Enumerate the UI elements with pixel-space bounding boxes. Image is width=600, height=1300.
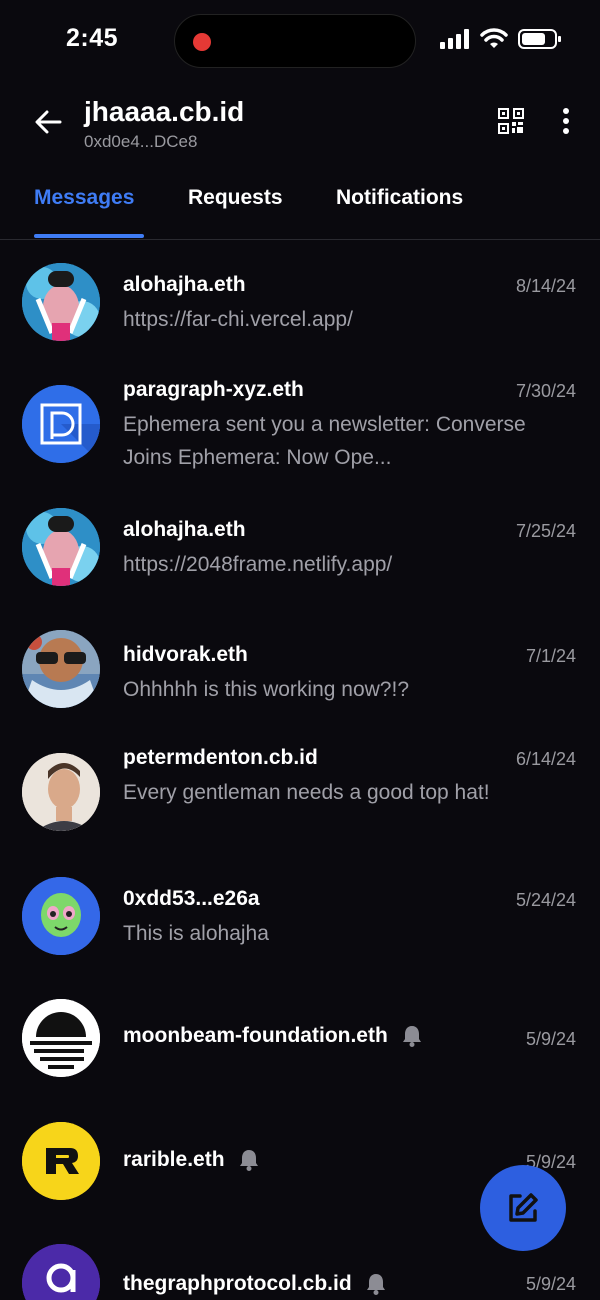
arrow-left-icon[interactable] xyxy=(34,108,62,136)
dynamic-island xyxy=(174,14,416,68)
conversation-item[interactable]: alohajha.eth 7/25/24 https://2048frame.n… xyxy=(0,508,600,608)
conversation-date: 7/1/24 xyxy=(525,646,576,666)
conversation-item[interactable]: paragraph-xyz.eth 7/30/24 Ephemera sent … xyxy=(0,378,600,488)
conversation-preview: Every gentleman needs a good top hat! xyxy=(123,781,490,804)
conversation-date: 7/30/24 xyxy=(515,381,576,401)
recording-indicator-icon xyxy=(193,33,211,51)
active-tab-indicator xyxy=(34,234,144,238)
conversation-name: paragraph-xyz.eth xyxy=(123,378,304,401)
more-vertical-icon[interactable] xyxy=(556,106,576,136)
conversation-date: 8/14/24 xyxy=(515,276,576,296)
avatar xyxy=(22,263,100,341)
wifi-icon xyxy=(480,28,508,48)
avatar xyxy=(22,877,100,955)
avatar xyxy=(22,630,100,708)
conversation-preview: This is alohajha xyxy=(123,922,269,945)
header: jhaaaa.cb.id 0xd0e4...DCe8 xyxy=(0,88,600,168)
status-time: 2:45 xyxy=(66,24,119,52)
conversation-name: thegraphprotocol.cb.id xyxy=(123,1272,386,1296)
avatar xyxy=(22,1122,100,1200)
compose-icon xyxy=(509,1193,538,1222)
conversation-date: 5/9/24 xyxy=(525,1029,576,1049)
conversation-name: alohajha.eth xyxy=(123,273,246,296)
conversation-item[interactable]: 0xdd53...e26a 5/24/24 This is alohajha xyxy=(0,877,600,977)
conversation-preview: Ephemera sent you a newsletter: Converse… xyxy=(123,413,526,469)
conversation-preview: https://2048frame.netlify.app/ xyxy=(123,553,393,576)
conversation-item[interactable]: moonbeam-foundation.eth 5/9/24 xyxy=(0,999,600,1079)
conversation-item[interactable]: hidvorak.eth 7/1/24 Ohhhhh is this worki… xyxy=(0,630,600,730)
conversation-item[interactable]: alohajha.eth 8/14/24 https://far-chi.ver… xyxy=(0,263,600,363)
qr-code-icon[interactable] xyxy=(498,108,524,134)
conversation-name: 0xdd53...e26a xyxy=(123,887,260,910)
conversation-date: 7/25/24 xyxy=(515,521,576,541)
account-title: jhaaaa.cb.id xyxy=(84,96,245,127)
bell-icon xyxy=(239,1150,258,1171)
conversation-preview: Ohhhhh is this working now?!? xyxy=(123,678,409,701)
conversation-preview: https://far-chi.vercel.app/ xyxy=(123,308,353,331)
avatar xyxy=(22,753,100,831)
bell-icon xyxy=(402,1026,421,1047)
conversation-name: moonbeam-foundation.eth xyxy=(123,1024,422,1048)
tab-messages[interactable]: Messages xyxy=(34,186,134,210)
avatar xyxy=(22,385,100,463)
conversation-name: rarible.eth xyxy=(123,1148,259,1172)
conversation-date: 6/14/24 xyxy=(515,749,576,769)
bell-icon xyxy=(366,1274,385,1295)
tab-bar: Messages Requests Notifications xyxy=(0,170,600,240)
status-icons xyxy=(440,28,562,50)
conversation-name: petermdenton.cb.id xyxy=(123,746,318,769)
avatar xyxy=(22,1244,100,1300)
status-bar: 2:45 xyxy=(0,0,600,80)
conversation-item[interactable]: thegraphprotocol.cb.id 5/9/24 xyxy=(0,1244,600,1300)
avatar xyxy=(22,999,100,1077)
avatar xyxy=(22,508,100,586)
conversation-date: 5/9/24 xyxy=(525,1274,576,1294)
tab-requests[interactable]: Requests xyxy=(188,186,283,210)
battery-icon xyxy=(518,29,561,49)
conversation-date: 5/24/24 xyxy=(515,890,576,910)
tab-notifications[interactable]: Notifications xyxy=(336,186,463,210)
account-address[interactable]: 0xd0e4...DCe8 xyxy=(84,132,197,152)
conversation-name: hidvorak.eth xyxy=(123,643,248,666)
compose-button[interactable] xyxy=(480,1165,566,1251)
conversation-item[interactable]: petermdenton.cb.id 6/14/24 Every gentlem… xyxy=(0,746,600,856)
cellular-signal-icon xyxy=(440,29,469,49)
conversation-name: alohajha.eth xyxy=(123,518,246,541)
